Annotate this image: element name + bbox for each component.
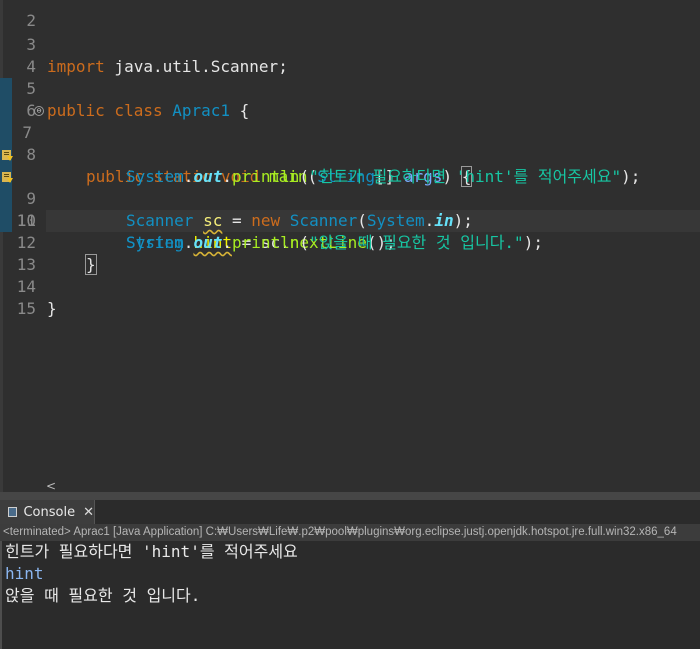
console-output[interactable]: 힌트가 필요하다면 'hint'를 적어주세요 hint 앉을 때 필요한 것 …: [0, 541, 700, 649]
line-number: 15: [16, 299, 36, 318]
fold-toggle-icon[interactable]: ⊖: [34, 106, 44, 116]
code-line: 8 System.out.println("힌트가 필요하다면 'hint'를 …: [0, 122, 700, 186]
code-line: 9 Scanner sc = new Scanner(System.in);: [0, 144, 700, 230]
scroll-left-icon[interactable]: <: [46, 480, 56, 492]
horizontal-scrollbar[interactable]: <: [46, 480, 700, 492]
warning-bulb-icon[interactable]: [2, 170, 13, 183]
console-view: Console ✕ <terminated> Aprac1 [Java Appl…: [0, 500, 700, 649]
console-output-line: 앉을 때 필요한 것 입니다.: [5, 586, 201, 605]
code-line: 6: [0, 78, 700, 120]
code-line: 14 }: [0, 254, 700, 318]
code-line: 4: [0, 34, 700, 76]
code-line: 13: [0, 232, 700, 274]
tab-label: Console: [23, 504, 76, 520]
code-line: 2: [0, 0, 700, 30]
close-icon[interactable]: ✕: [83, 505, 94, 520]
code-editor[interactable]: 2 3 import java.util.Scanner; 4 5 public…: [0, 0, 700, 492]
code-line: 15: [0, 276, 700, 318]
console-output-line: 힌트가 필요하다면 'hint'를 적어주세요: [5, 542, 298, 561]
warning-bulb-icon[interactable]: [2, 148, 13, 161]
code-line: 11 System.out.println("앉을 때 필요한 것 입니다.")…: [0, 188, 700, 252]
console-tabbar: Console ✕: [0, 500, 700, 524]
code-line: 12 }: [0, 210, 700, 275]
closing-brace: }: [47, 299, 57, 318]
console-input-line: hint: [5, 564, 44, 583]
code-line: 3 import java.util.Scanner;: [0, 12, 700, 76]
console-icon: [8, 507, 18, 517]
code-line: 7 ⊖ public static void main(String[] arg…: [0, 100, 700, 187]
code-line: 5 public class Aprac1 {: [0, 56, 700, 120]
code-line: 10 String hint = sc.nextLine();: [0, 166, 700, 252]
tab-console[interactable]: Console ✕: [0, 500, 95, 524]
pane-divider[interactable]: [0, 492, 700, 500]
console-status-line: <terminated> Aprac1 [Java Application] C…: [0, 524, 700, 541]
